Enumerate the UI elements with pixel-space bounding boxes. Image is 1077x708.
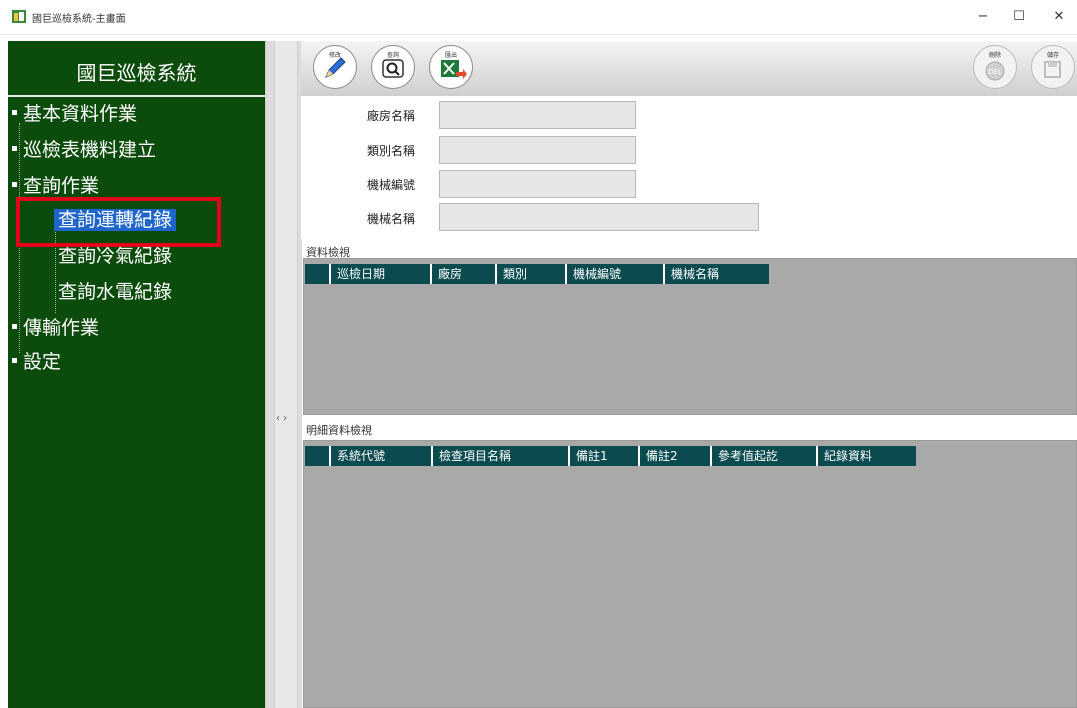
machine-name-field[interactable] <box>439 203 759 231</box>
splitter-arrows-icon[interactable]: ‹ › <box>276 413 287 424</box>
detail-view-label: 明細資料檢視 <box>306 424 372 437</box>
sidebar-divider <box>8 95 265 97</box>
tree-item-label: 查詢作業 <box>23 175 100 197</box>
toolbar: 修改 查詢 匯出 刪除 DEL 儲存 <box>301 41 1077 97</box>
edit-button[interactable]: 修改 <box>313 45 357 89</box>
tree-item-label: 傳輸作業 <box>23 317 100 339</box>
tree-item-label: 查詢水電紀錄 <box>58 281 173 303</box>
detail-view-grid[interactable]: 系統代號 檢查項目名稱 備註1 備註2 參考值起訖 紀錄資料 <box>303 440 1077 708</box>
category-name-field[interactable] <box>439 136 636 164</box>
tree-item-inspection-setup[interactable]: 巡檢表機料建立 <box>12 135 156 162</box>
tree-bullet-icon <box>12 110 17 115</box>
magnifier-icon <box>382 59 404 78</box>
data-view-header: 巡檢日期 廠房 類別 機械編號 機械名稱 <box>305 264 769 284</box>
tree-item-basic-data[interactable]: 基本資料作業 <box>12 99 137 126</box>
maximize-button[interactable]: ☐ <box>1004 6 1034 28</box>
minimize-button[interactable]: − <box>968 6 998 28</box>
column-header[interactable]: 機械編號 <box>565 264 663 284</box>
factory-name-field[interactable] <box>439 101 636 129</box>
app-icon <box>12 10 26 23</box>
tree-item-label: 查詢冷氣紀錄 <box>58 245 173 267</box>
sidebar: 國巨巡檢系統 基本資料作業 巡檢表機料建立 查詢作業 查詢運轉紀錄 查詢冷氣紀錄… <box>8 41 265 708</box>
column-header[interactable]: 機械名稱 <box>663 264 769 284</box>
column-header[interactable]: 巡檢日期 <box>329 264 430 284</box>
splitter-handle[interactable] <box>274 41 298 708</box>
tree-item-label: 設定 <box>23 351 62 373</box>
column-header[interactable]: 備註1 <box>568 446 638 466</box>
highlight-box <box>16 197 221 247</box>
tree-bullet-icon <box>12 146 17 151</box>
delete-icon: DEL <box>985 61 1005 81</box>
excel-export-icon <box>441 60 467 79</box>
column-header[interactable]: 檢查項目名稱 <box>431 446 568 466</box>
tree-item-transfer[interactable]: 傳輸作業 <box>12 313 99 340</box>
window-title: 國巨巡檢系統-主畫面 <box>32 14 126 25</box>
tree-bullet-icon <box>12 324 17 329</box>
save-button[interactable]: 儲存 <box>1031 45 1075 89</box>
window-titlebar: 國巨巡檢系統-主畫面 − ☐ ✕ <box>0 0 1077 35</box>
search-button[interactable]: 查詢 <box>371 45 415 89</box>
data-view-grid[interactable]: 巡檢日期 廠房 類別 機械編號 機械名稱 <box>303 258 1077 415</box>
tree-bullet-icon <box>12 182 17 187</box>
tree-item-label: 基本資料作業 <box>23 103 138 125</box>
tree-item-settings[interactable]: 設定 <box>12 347 61 374</box>
row-header-cell <box>305 264 329 284</box>
column-header[interactable]: 系統代號 <box>329 446 431 466</box>
delete-button[interactable]: 刪除 DEL <box>973 45 1017 89</box>
machine-name-label: 機械名稱 <box>367 212 416 226</box>
machine-no-label: 機械編號 <box>367 178 416 192</box>
machine-no-field[interactable] <box>439 170 636 198</box>
pencil-icon <box>325 57 346 78</box>
query-form: 廠房名稱 類別名稱 機械編號 機械名稱 <box>301 96 1077 239</box>
factory-name-label: 廠房名稱 <box>367 109 416 123</box>
tree-item-label: 巡檢表機料建立 <box>23 139 157 161</box>
sidebar-title: 國巨巡檢系統 <box>76 61 197 85</box>
column-header[interactable]: 紀錄資料 <box>816 446 916 466</box>
column-header[interactable]: 廠房 <box>430 264 495 284</box>
export-excel-button[interactable]: 匯出 <box>429 45 473 89</box>
tree-item-query[interactable]: 查詢作業 <box>12 171 99 198</box>
tree-item-query-utility[interactable]: 查詢水電紀錄 <box>58 277 172 304</box>
detail-view-header: 系統代號 檢查項目名稱 備註1 備註2 參考值起訖 紀錄資料 <box>305 446 916 466</box>
close-button[interactable]: ✕ <box>1044 6 1074 28</box>
column-header[interactable]: 類別 <box>495 264 565 284</box>
svg-text:DEL: DEL <box>988 68 1002 76</box>
row-header-cell <box>305 446 329 466</box>
tree-bullet-icon <box>12 358 17 363</box>
category-name-label: 類別名稱 <box>367 144 416 158</box>
column-header[interactable]: 參考值起訖 <box>710 446 816 466</box>
column-header[interactable]: 備註2 <box>638 446 710 466</box>
save-icon <box>1044 61 1061 78</box>
panel-splitter[interactable]: ‹ › <box>265 41 302 708</box>
